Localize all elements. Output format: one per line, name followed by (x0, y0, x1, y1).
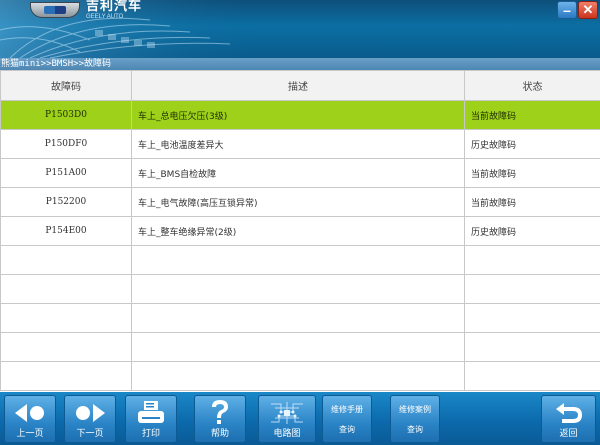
dtc-status: 当前故障码 (464, 158, 600, 188)
circuit-diagram-button[interactable]: 电路图 (258, 395, 316, 443)
table-row[interactable]: P1503D0 车上_总电压欠压(3级) 当前故障码 (0, 100, 600, 130)
close-icon: ✕ (582, 2, 594, 17)
question-mark-icon (195, 396, 245, 429)
dtc-status: 历史故障码 (464, 129, 600, 159)
column-header-description[interactable]: 描述 (131, 70, 465, 101)
repair-case-query-button[interactable]: 维修案例 查询 (390, 395, 440, 443)
repair-manual-query-label: 查询 (339, 425, 355, 434)
back-label: 返回 (559, 429, 578, 439)
dtc-description: 车上_整车绝缘异常(2级) (131, 216, 465, 246)
table-row[interactable]: P151A00 车上_BMS自检故障 当前故障码 (0, 158, 600, 188)
arrow-left-icon (5, 396, 55, 429)
circuit-diagram-label: 电路图 (273, 429, 301, 439)
dtc-code: P1503D0 (0, 100, 132, 130)
return-arrow-icon (542, 396, 595, 429)
minimize-icon: – (563, 2, 571, 18)
repair-manual-label: 维修手册 (331, 405, 363, 414)
app-header: 吉利汽车 GEELY AUTO – ✕ (0, 0, 600, 58)
print-button[interactable]: 打印 (125, 395, 177, 443)
bottom-toolbar: 上一页 下一页 打印 帮助 电路图 维修手册 查询 维修案例 查询 返回 (0, 392, 600, 445)
dtc-code: P150DF0 (0, 129, 132, 159)
empty-row (0, 303, 600, 333)
dtc-code: P151A00 (0, 158, 132, 188)
geely-badge-icon (30, 2, 80, 18)
dtc-status: 历史故障码 (464, 216, 600, 246)
minimize-button[interactable]: – (557, 1, 577, 19)
prev-page-button[interactable]: 上一页 (4, 395, 56, 443)
dtc-status: 当前故障码 (464, 187, 600, 217)
dtc-description: 车上_BMS自检故障 (131, 158, 465, 188)
table-row[interactable]: P150DF0 车上_电池温度差异大 历史故障码 (0, 129, 600, 159)
column-header-code[interactable]: 故障码 (0, 70, 132, 101)
prev-page-label: 上一页 (16, 429, 44, 439)
geely-logo: 吉利汽车 GEELY AUTO (30, 0, 142, 20)
empty-row (0, 332, 600, 362)
table-row[interactable]: P154E00 车上_整车绝缘异常(2级) 历史故障码 (0, 216, 600, 246)
help-label: 帮助 (210, 429, 229, 439)
repair-case-query-label: 查询 (407, 425, 423, 434)
print-label: 打印 (141, 429, 160, 439)
dtc-code: P154E00 (0, 216, 132, 246)
dtc-status: 当前故障码 (464, 100, 600, 130)
dtc-table: 故障码 描述 状态 P1503D0 车上_总电压欠压(3级) 当前故障码 P15… (0, 70, 600, 392)
back-button[interactable]: 返回 (541, 395, 596, 443)
close-button[interactable]: ✕ (578, 1, 598, 19)
breadcrumb: 熊猫mini>>BMSH>>故障码 (0, 58, 600, 70)
brand-name-en: GEELY AUTO (86, 14, 124, 20)
brand-name-cn: 吉利汽车 (86, 0, 143, 14)
table-header-row: 故障码 描述 状态 (0, 70, 600, 101)
arrow-right-icon (65, 396, 115, 429)
empty-row (0, 274, 600, 304)
column-header-status[interactable]: 状态 (464, 70, 600, 101)
empty-row (0, 361, 600, 391)
printer-icon (126, 396, 176, 429)
repair-case-label: 维修案例 (399, 405, 431, 414)
table-row[interactable]: P152200 车上_电气故障(高压互锁异常) 当前故障码 (0, 187, 600, 217)
dtc-code: P152200 (0, 187, 132, 217)
dtc-description: 车上_电气故障(高压互锁异常) (131, 187, 465, 217)
circuit-board-icon (259, 396, 315, 429)
repair-manual-query-button[interactable]: 维修手册 查询 (322, 395, 372, 443)
help-button[interactable]: 帮助 (194, 395, 246, 443)
next-page-button[interactable]: 下一页 (64, 395, 116, 443)
dtc-description: 车上_电池温度差异大 (131, 129, 465, 159)
empty-row (0, 245, 600, 275)
next-page-label: 下一页 (76, 429, 104, 439)
dtc-description: 车上_总电压欠压(3级) (131, 100, 465, 130)
